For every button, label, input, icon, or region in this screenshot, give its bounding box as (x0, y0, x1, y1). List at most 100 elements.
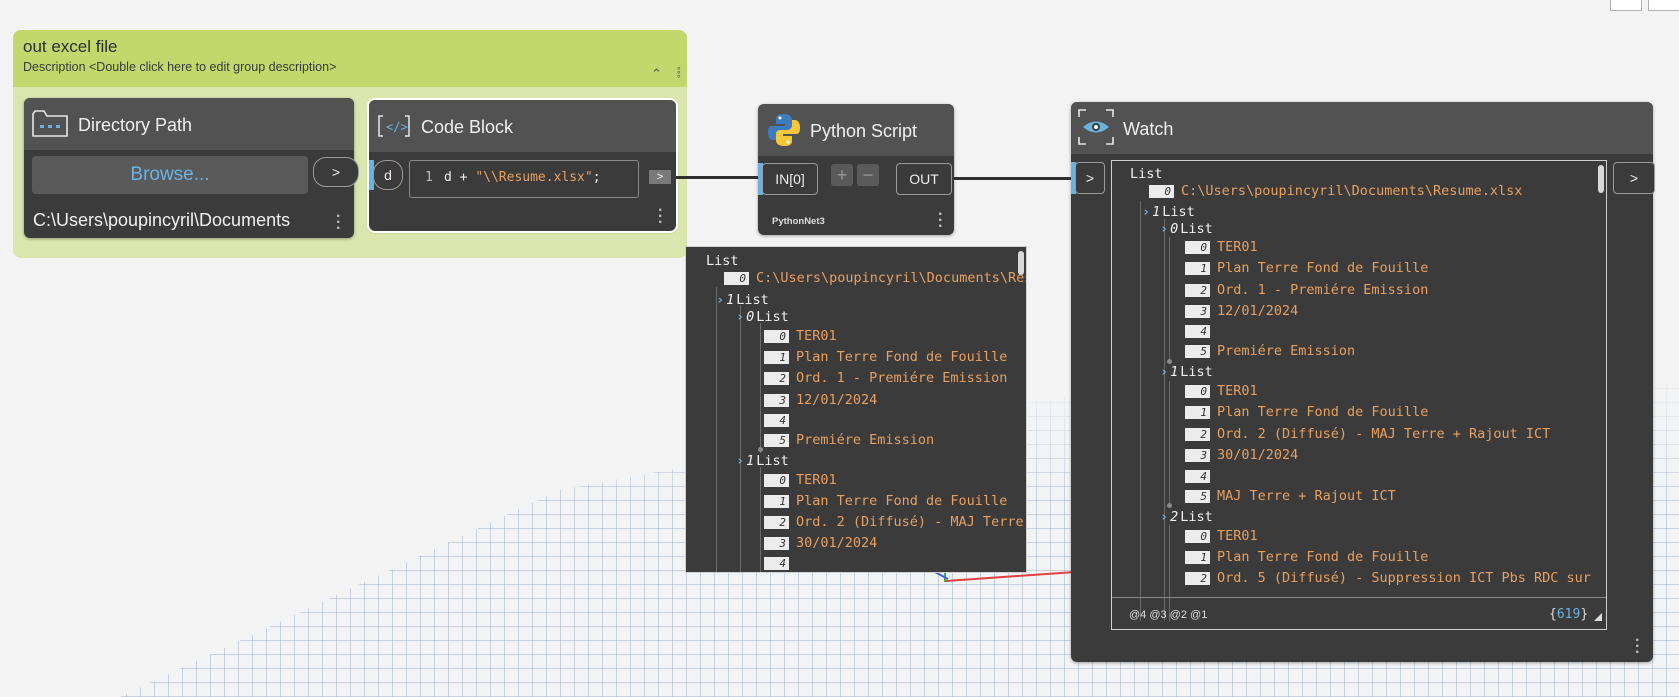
view-toggle-button[interactable] (1610, 0, 1642, 11)
code-prefix: d + (444, 170, 476, 185)
tree-row: 4 (764, 411, 796, 429)
tree-row-expand[interactable]: › 1 List (1142, 203, 1195, 221)
tree-guide (760, 467, 761, 572)
tree-row: 5 Premiére Emission (764, 431, 934, 449)
add-input-button[interactable]: + (831, 164, 853, 186)
python-icon (768, 114, 800, 146)
tree-guide (716, 287, 717, 572)
tree-row-expand[interactable]: › 1 List (736, 452, 789, 470)
node-title: Directory Path (78, 115, 193, 135)
tree-row: 3 30/01/2024 (1185, 446, 1298, 464)
group-title: out excel file (23, 37, 118, 56)
tree-guide (1164, 219, 1165, 621)
tree-guide (760, 323, 761, 453)
chevron-right-icon: › (1160, 509, 1169, 525)
tree-row: 0C:\Users\poupincyril\Documents\Resume.x… (724, 269, 1026, 287)
tree-row: 2 Ord. 1 - Premiére Emission (1185, 281, 1428, 299)
tree-row: 1 Plan Terre Fond de Fouille (1185, 259, 1428, 277)
output-port-out[interactable]: OUT (896, 163, 952, 195)
chevron-right-icon: › (1142, 204, 1151, 220)
code-text[interactable]: d + "\\Resume.xlsx"; (444, 170, 601, 185)
tree-row-expand[interactable]: › 2 List (1160, 508, 1213, 526)
input-port[interactable]: > (1075, 162, 1105, 194)
node-menu-icon[interactable]: · · · (1635, 633, 1640, 661)
tree-row-expand[interactable]: › 1 List (716, 291, 769, 309)
tree-row: 5 MAJ Terre + Rajout ICT (1185, 487, 1396, 505)
node-title: Code Block (421, 117, 514, 137)
list-levels[interactable]: @4 @3 @2 @1 (1129, 609, 1207, 621)
tree-row: 4 (764, 554, 796, 572)
directory-path-node[interactable]: Directory Path Browse... C:\Users\poupin… (24, 98, 354, 238)
output-port[interactable]: > (649, 170, 671, 184)
svg-text:</>: </> (386, 120, 408, 134)
code-suffix: ; (592, 170, 601, 185)
input-port-in0[interactable]: IN[0] (762, 163, 818, 195)
tree-guide (1169, 237, 1170, 363)
code-icon: </> (378, 115, 410, 137)
watch-tree-panel[interactable]: List 0 C:\Users\poupincyril\Documents\Res… (1111, 160, 1607, 630)
node-menu-icon[interactable]: · · · (938, 207, 943, 235)
node-title: Python Script (810, 121, 918, 141)
tree-row: 4 (1185, 322, 1217, 340)
divider (1112, 597, 1606, 598)
tree-guide (740, 305, 741, 572)
tree-row: 2Ord. 2 (Diffusé) - MAJ Terre + Rajout I… (764, 513, 1026, 531)
input-port-d[interactable]: d (373, 160, 403, 190)
tree-row: 1 Plan Terre Fond de Fouille (764, 348, 1007, 366)
tree-row: 3 12/01/2024 (764, 391, 877, 409)
node-header[interactable]: </> Code Block (369, 100, 676, 152)
tree-row: 4 (1185, 467, 1217, 485)
tree-row: 0 TER01 (764, 327, 837, 345)
python-engine-label: PythonNet3 (772, 216, 825, 227)
tree-row: 3 12/01/2024 (1185, 302, 1298, 320)
group-menu-icon[interactable]: ∘ ∘ ∘ (676, 64, 682, 81)
node-header[interactable]: Python Script (758, 104, 954, 156)
node-menu-icon[interactable]: · · · (336, 209, 341, 237)
remove-input-button[interactable]: − (857, 164, 879, 186)
group-description[interactable]: Description <Double click here to edit g… (23, 60, 336, 74)
node-menu-icon[interactable]: · · · (658, 203, 663, 231)
tree-row: 0 TER01 (1185, 382, 1258, 400)
resize-grip-icon[interactable] (1594, 613, 1602, 621)
chevron-right-icon: › (716, 292, 725, 308)
tree-row: 3 30/01/2024 (764, 534, 877, 552)
collapse-icon[interactable]: ⌃ (651, 66, 662, 82)
tree-row: 1 Plan Terre Fond de Fouille (1185, 548, 1428, 566)
chevron-right-icon: › (1160, 221, 1169, 237)
tree-guide (1169, 525, 1170, 621)
python-preview-panel[interactable]: List 0C:\Users\poupincyril\Documents\Res… (685, 246, 1027, 573)
tree-row: 1 Plan Terre Fond de Fouille (764, 492, 1007, 510)
chevron-right-icon: › (1160, 364, 1169, 380)
code-block-node[interactable]: </> Code Block 1 d + "\\Resume.xlsx"; > … (367, 98, 678, 233)
chevron-right-icon: › (736, 453, 745, 469)
chevron-right-icon: › (736, 309, 745, 325)
group-header[interactable]: out excel file Description <Double click… (13, 30, 687, 87)
tree-row: 0 TER01 (1185, 238, 1258, 256)
tree-row-expand[interactable]: › 0 List (1160, 220, 1213, 238)
tree-row: 0 TER01 (764, 471, 837, 489)
tree-row: 0 TER01 (1185, 527, 1258, 545)
tree-row-expand[interactable]: › 1 List (1160, 363, 1213, 381)
output-port[interactable]: > (313, 157, 359, 187)
node-title: Watch (1123, 119, 1174, 139)
eye-icon (1078, 109, 1114, 145)
connector-wire[interactable] (676, 176, 758, 179)
connector-wire[interactable] (954, 177, 1072, 180)
folder-icon (32, 110, 68, 137)
tree-guide (1169, 381, 1170, 507)
node-header[interactable]: Watch (1071, 102, 1653, 154)
tree-row-expand[interactable]: › 0 List (736, 308, 789, 326)
watch-scrollbar[interactable] (1598, 165, 1604, 193)
code-editor[interactable]: 1 d + "\\Resume.xlsx"; (409, 160, 639, 198)
tree-row: 2 Ord. 1 - Premiére Emission (764, 369, 1007, 387)
output-port[interactable]: > (1613, 162, 1655, 194)
code-string: "\\Resume.xlsx" (475, 170, 593, 185)
tree-guide (1140, 201, 1141, 621)
tree-row: 0C:\Users\poupincyril\Documents\Resume.x… (1149, 182, 1522, 200)
view-toggle-button[interactable] (1648, 0, 1679, 11)
tree-row: 2 Ord. 5 (Diffusé) - Suppression ICT Pbs … (1185, 569, 1591, 587)
node-header[interactable]: Directory Path (24, 98, 354, 150)
browse-button[interactable]: Browse... (32, 156, 308, 194)
watch-node[interactable]: Watch > > · · · List 0 C:\Users\poupincyril… (1071, 102, 1655, 662)
item-count: {619} (1549, 607, 1589, 622)
